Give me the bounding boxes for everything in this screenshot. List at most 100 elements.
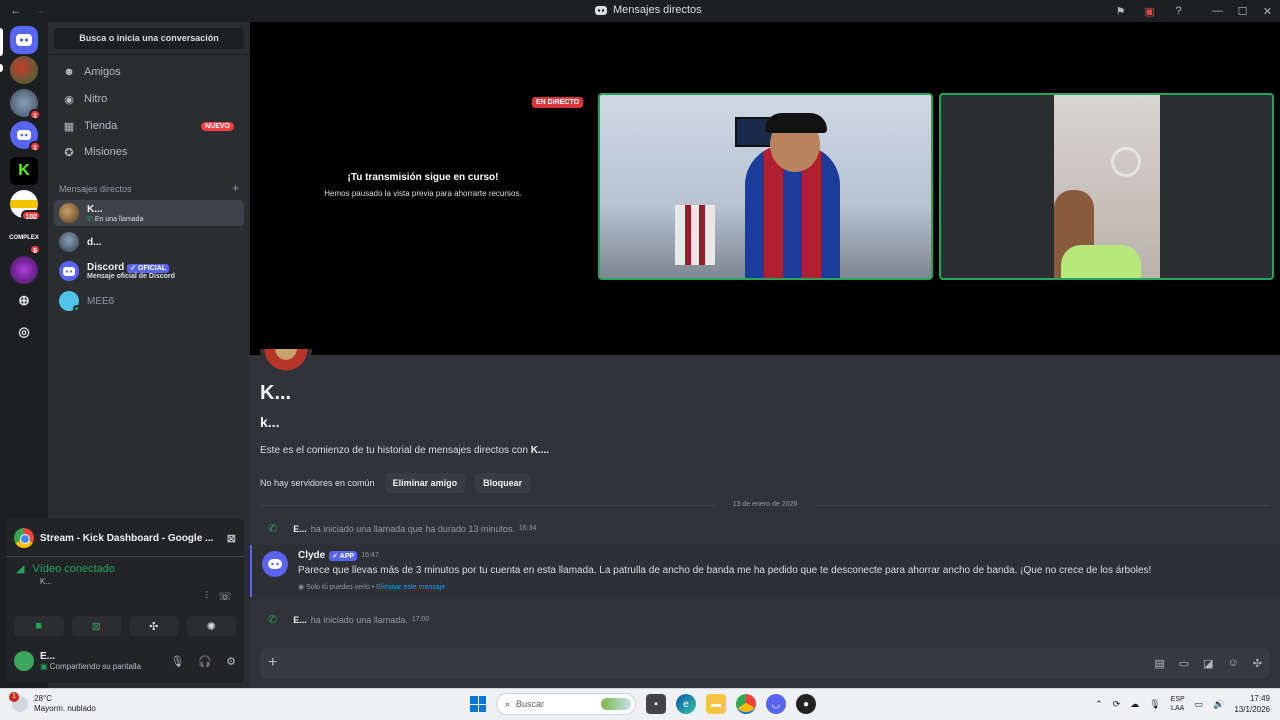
taskbar-search[interactable]: ⌕ Buscar (496, 693, 636, 715)
chat-area: K... k... Este es el comienzo de tu hist… (250, 349, 1280, 688)
window-title-text: Mensajes directos (613, 4, 702, 16)
friends-icon: ☻ (63, 66, 75, 78)
lang-layout: LAA (1171, 705, 1185, 712)
settings-icon[interactable]: ⚙ (226, 655, 236, 668)
maximize-button[interactable]: ☐ (1230, 5, 1255, 18)
video-tile-participant[interactable] (598, 93, 933, 280)
dm-item-k[interactable]: K... ✆ En una llamada (54, 200, 244, 226)
back-button[interactable]: ← (10, 3, 22, 17)
close-button[interactable]: ✕ (1255, 5, 1280, 18)
edge-icon[interactable]: e (676, 694, 696, 714)
language-indicator[interactable]: ESP LAA (1171, 695, 1185, 713)
lang-code: ESP (1170, 696, 1185, 703)
gif-icon[interactable]: ▭ (1179, 657, 1189, 670)
chrome-icon[interactable] (736, 694, 756, 714)
forward-button[interactable]: → (33, 3, 45, 17)
sync-icon[interactable]: ⟳ (1113, 699, 1121, 710)
weather-widget[interactable]: 1 28°C Mayorm. nublado (9, 692, 96, 714)
server-icon-complex[interactable]: COMPLEX 6 (9, 224, 41, 255)
mention-badge: 102 (21, 210, 41, 221)
cap-image (765, 113, 827, 133)
quests-icon: ✪ (64, 146, 74, 159)
clyde-name[interactable]: Clyde (298, 550, 325, 561)
screen-share-button[interactable]: ⊠ (71, 616, 121, 636)
message-composer[interactable]: + ▤ ▭ ◪ ☺ ✣ (260, 648, 1270, 678)
help-icon[interactable]: ? (1164, 5, 1193, 17)
task-view-icon[interactable]: ▪ (646, 694, 666, 714)
taskbar-apps: ⌕ Buscar ▪ e ▬ ◡ ● (470, 693, 816, 715)
server-icon-5[interactable]: 102 (10, 190, 41, 221)
sticker-icon[interactable]: ◪ (1203, 657, 1213, 670)
remove-friend-button[interactable]: Eliminar amigo (384, 473, 466, 493)
dm-item-discord[interactable]: Discord ✓ OFICIAL Mensaje oficial de Disc… (54, 258, 244, 284)
emoji-icon[interactable]: ☺ (1228, 657, 1239, 670)
server-icon-3[interactable]: 1 (10, 121, 41, 152)
search-icon: ⌕ (505, 698, 511, 709)
mic-tray-icon[interactable]: 🎙 (1149, 699, 1160, 710)
discord-logo-icon (16, 34, 32, 46)
call-user[interactable]: E... (293, 524, 307, 534)
nav-quests[interactable]: ✪ Misiones (54, 140, 244, 164)
mention-badge: 1 (29, 109, 41, 120)
noise-suppression-icon[interactable]: ⫶ (205, 590, 208, 603)
complex-logo-text: COMPLEX (9, 235, 39, 241)
gift-icon[interactable]: ▤ (1154, 657, 1164, 670)
nav-shop[interactable]: ▦ Tienda NUEVO (54, 114, 244, 138)
updates-icon[interactable]: ▣ (1135, 5, 1164, 18)
call-user[interactable]: E... (293, 615, 307, 625)
dm-section-header: Mensajes directos + (59, 182, 239, 194)
clock[interactable]: 17:49 13/1/2026 (1234, 693, 1270, 715)
delete-message-link[interactable]: Eliminar este mensaje (376, 584, 445, 591)
call-time: 17:00 (411, 616, 430, 623)
display-icon[interactable]: ▭ (1195, 699, 1204, 710)
add-server-icon[interactable]: ⊕ (10, 286, 38, 314)
volume-icon[interactable]: 🔊 (1213, 699, 1224, 710)
app-taskbar-icon[interactable]: ● (796, 694, 816, 714)
apps-icon[interactable]: ✣ (1253, 657, 1262, 670)
server-icon-kick[interactable]: K (10, 157, 38, 185)
system-tray: ⌃ ⟳ ☁ 🎙 ESP LAA ▭ 🔊 17:49 13/1/2026 (1095, 693, 1270, 715)
discord-taskbar-icon[interactable]: ◡ (766, 694, 786, 714)
conversation-search-button[interactable]: Busca o inicia una conversación (54, 28, 244, 49)
dm-name-row: Discord ✓ OFICIAL (87, 262, 175, 273)
server-icon-2[interactable]: 1 (10, 89, 41, 120)
mic-icon[interactable]: 🎙 (170, 655, 184, 668)
nav-nitro[interactable]: ◉ Nitro (54, 87, 244, 111)
stop-stream-icon[interactable]: ⊠ (227, 532, 236, 545)
onedrive-icon[interactable]: ☁ (1130, 699, 1139, 710)
clyde-avatar[interactable] (262, 551, 288, 577)
create-dm-button[interactable]: + (232, 182, 239, 194)
eye-icon: ◉ (298, 584, 307, 591)
dm-item-mee6[interactable]: MEE6 (54, 288, 244, 314)
chevron-up-icon[interactable]: ⌃ (1095, 699, 1103, 710)
windows-start-icon[interactable] (470, 696, 486, 712)
shirt-image (1061, 245, 1141, 278)
video-tile-self[interactable] (939, 93, 1274, 280)
disconnect-icon[interactable]: ☏ (218, 590, 232, 603)
file-explorer-icon[interactable]: ▬ (706, 694, 726, 714)
dm-handle: k... (260, 414, 280, 430)
nav-friends[interactable]: ☻ Amigos (54, 60, 244, 84)
clock-date: 13/1/2026 (1234, 705, 1270, 714)
nav-label: Nitro (84, 93, 108, 105)
inbox-flag-icon[interactable]: ⚑ (1106, 5, 1135, 18)
avatar (59, 203, 79, 223)
soundboard-button[interactable]: ✺ (186, 616, 236, 636)
discover-icon[interactable]: ◎ (10, 318, 38, 346)
title-bar-actions: ⚑ ▣ ? — ☐ ✕ (1106, 0, 1280, 22)
dm-item-d[interactable]: d... (54, 229, 244, 255)
attach-icon[interactable]: + (268, 654, 277, 672)
server-icon-1[interactable] (10, 56, 38, 84)
phone-icon: ✆ (268, 523, 278, 535)
chrome-icon (14, 528, 34, 548)
headphones-icon[interactable]: 🎧 (198, 655, 212, 668)
avatar[interactable] (14, 651, 34, 671)
home-button[interactable] (10, 26, 38, 54)
camera-button[interactable]: ■ (14, 616, 64, 636)
screen-share-icon: ▣ (40, 662, 50, 671)
server-icon-7[interactable] (10, 256, 38, 284)
call-time: 16:34 (518, 525, 537, 532)
activities-button[interactable]: ✣ (129, 616, 179, 636)
minimize-button[interactable]: — (1205, 5, 1230, 17)
block-button[interactable]: Bloquear (475, 473, 531, 493)
